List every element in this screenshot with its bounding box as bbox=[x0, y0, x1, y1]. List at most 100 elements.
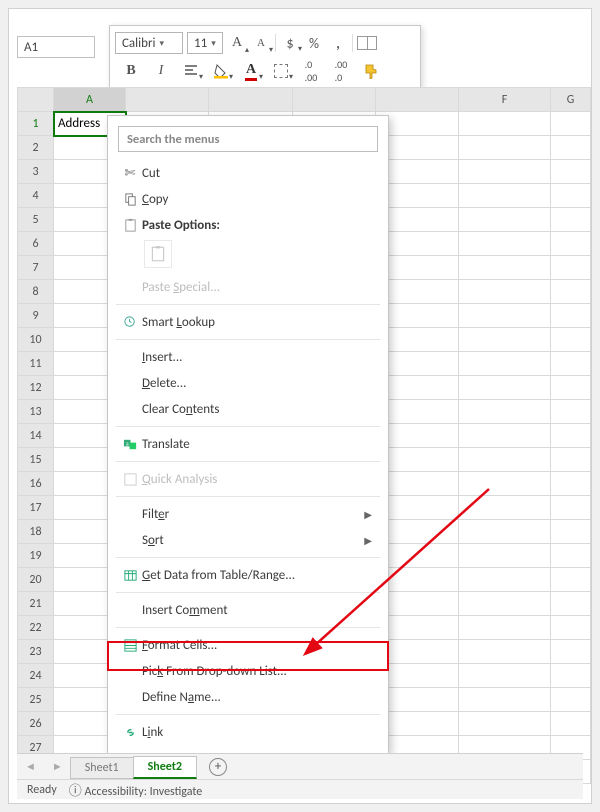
menu-smart-lookup[interactable]: Smart Lookup bbox=[114, 309, 382, 335]
row-header[interactable]: 4 bbox=[18, 184, 54, 208]
column-header[interactable]: F bbox=[459, 88, 551, 112]
row-header[interactable]: 17 bbox=[18, 496, 54, 520]
cell[interactable] bbox=[551, 184, 591, 208]
row-header[interactable]: 3 bbox=[18, 160, 54, 184]
add-sheet-button[interactable]: + bbox=[209, 758, 227, 776]
menu-delete[interactable]: Delete... bbox=[114, 370, 382, 396]
row-header[interactable]: 24 bbox=[18, 664, 54, 688]
menu-format-cells[interactable]: Format Cells... bbox=[114, 632, 382, 658]
tab-nav-prev-icon[interactable]: ◄ bbox=[17, 760, 44, 773]
cell[interactable] bbox=[551, 424, 591, 448]
row-header[interactable]: 19 bbox=[18, 544, 54, 568]
row-header[interactable]: 8 bbox=[18, 280, 54, 304]
cell[interactable] bbox=[551, 664, 591, 688]
cell[interactable] bbox=[551, 496, 591, 520]
cell[interactable] bbox=[551, 688, 591, 712]
cell[interactable] bbox=[551, 712, 591, 736]
cell[interactable] bbox=[551, 568, 591, 592]
fill-color-icon[interactable]: ▾ bbox=[211, 61, 231, 81]
cell[interactable] bbox=[459, 640, 551, 664]
cell[interactable] bbox=[459, 472, 551, 496]
column-header[interactable] bbox=[375, 88, 458, 112]
column-header[interactable] bbox=[292, 88, 375, 112]
cell[interactable] bbox=[459, 256, 551, 280]
row-header[interactable]: 10 bbox=[18, 328, 54, 352]
cell[interactable] bbox=[459, 208, 551, 232]
decrease-decimal-icon[interactable]: .00.0 bbox=[331, 61, 351, 81]
row-header[interactable]: 21 bbox=[18, 592, 54, 616]
cell[interactable] bbox=[551, 304, 591, 328]
column-header[interactable]: G bbox=[551, 88, 591, 112]
cell[interactable] bbox=[459, 232, 551, 256]
font-name-select[interactable]: Calibri▾ bbox=[115, 32, 183, 54]
cell[interactable] bbox=[551, 520, 591, 544]
cell[interactable] bbox=[459, 496, 551, 520]
merge-center-icon[interactable] bbox=[357, 33, 377, 53]
decrease-font-icon[interactable]: A▾ bbox=[251, 33, 271, 53]
cell[interactable] bbox=[551, 448, 591, 472]
menu-cut[interactable]: ✄Cut bbox=[114, 160, 382, 186]
cell[interactable] bbox=[459, 280, 551, 304]
sheet-tab-inactive[interactable]: Sheet1 bbox=[70, 757, 134, 779]
cell[interactable] bbox=[551, 160, 591, 184]
cell[interactable] bbox=[551, 640, 591, 664]
row-header[interactable]: 25 bbox=[18, 688, 54, 712]
cell[interactable] bbox=[459, 616, 551, 640]
row-header[interactable]: 9 bbox=[18, 304, 54, 328]
cell[interactable] bbox=[459, 712, 551, 736]
select-all-corner[interactable] bbox=[18, 88, 54, 112]
paste-default-icon[interactable] bbox=[144, 240, 172, 268]
column-header[interactable] bbox=[209, 88, 292, 112]
row-header[interactable]: 15 bbox=[18, 448, 54, 472]
menu-copy[interactable]: Copy bbox=[114, 186, 382, 212]
comma-format-icon[interactable]: , bbox=[328, 33, 348, 53]
menu-clear-contents[interactable]: Clear Contents bbox=[114, 396, 382, 422]
italic-icon[interactable]: I bbox=[151, 61, 171, 81]
menu-search-input[interactable]: Search the menus bbox=[118, 126, 378, 152]
row-header[interactable]: 1 bbox=[18, 112, 54, 136]
cell[interactable] bbox=[551, 544, 591, 568]
column-header[interactable] bbox=[126, 88, 209, 112]
cell[interactable] bbox=[459, 664, 551, 688]
cell[interactable] bbox=[459, 592, 551, 616]
row-header[interactable]: 11 bbox=[18, 352, 54, 376]
row-header[interactable]: 5 bbox=[18, 208, 54, 232]
cell[interactable] bbox=[551, 592, 591, 616]
cell[interactable] bbox=[459, 352, 551, 376]
percent-format-icon[interactable]: % bbox=[304, 33, 324, 53]
increase-decimal-icon[interactable]: .0.00 bbox=[301, 61, 321, 81]
menu-insert[interactable]: Insert... bbox=[114, 344, 382, 370]
cell[interactable] bbox=[551, 616, 591, 640]
cell[interactable] bbox=[551, 256, 591, 280]
font-color-icon[interactable]: A▾ bbox=[241, 61, 261, 81]
menu-define-name[interactable]: Define Name... bbox=[114, 684, 382, 710]
cell[interactable] bbox=[551, 400, 591, 424]
column-header[interactable]: A bbox=[54, 88, 126, 112]
row-header[interactable]: 13 bbox=[18, 400, 54, 424]
cell[interactable] bbox=[459, 304, 551, 328]
menu-link[interactable]: Link bbox=[114, 719, 382, 745]
menu-filter[interactable]: Filter▶ bbox=[114, 501, 382, 527]
accounting-format-icon[interactable]: $▾ bbox=[280, 33, 300, 53]
row-header[interactable]: 6 bbox=[18, 232, 54, 256]
cell[interactable] bbox=[551, 280, 591, 304]
bold-icon[interactable]: B bbox=[121, 61, 141, 81]
row-header[interactable]: 16 bbox=[18, 472, 54, 496]
row-header[interactable]: 20 bbox=[18, 568, 54, 592]
row-header[interactable]: 12 bbox=[18, 376, 54, 400]
cell[interactable] bbox=[459, 184, 551, 208]
align-icon[interactable]: ▾ bbox=[181, 61, 201, 81]
name-box[interactable]: A1 bbox=[17, 36, 95, 58]
cell[interactable] bbox=[551, 352, 591, 376]
borders-icon[interactable]: ▾ bbox=[271, 61, 291, 81]
menu-sort[interactable]: Sort▶ bbox=[114, 527, 382, 553]
row-header[interactable]: 26 bbox=[18, 712, 54, 736]
menu-pick-list[interactable]: Pick From Drop-down List... bbox=[114, 658, 382, 684]
sheet-tab-active[interactable]: Sheet2 bbox=[133, 756, 197, 779]
cell[interactable] bbox=[459, 688, 551, 712]
menu-insert-comment[interactable]: Insert Comment bbox=[114, 597, 382, 623]
cell[interactable] bbox=[551, 112, 591, 136]
cell[interactable] bbox=[551, 376, 591, 400]
increase-font-icon[interactable]: A▴ bbox=[227, 33, 247, 53]
cell[interactable] bbox=[551, 328, 591, 352]
